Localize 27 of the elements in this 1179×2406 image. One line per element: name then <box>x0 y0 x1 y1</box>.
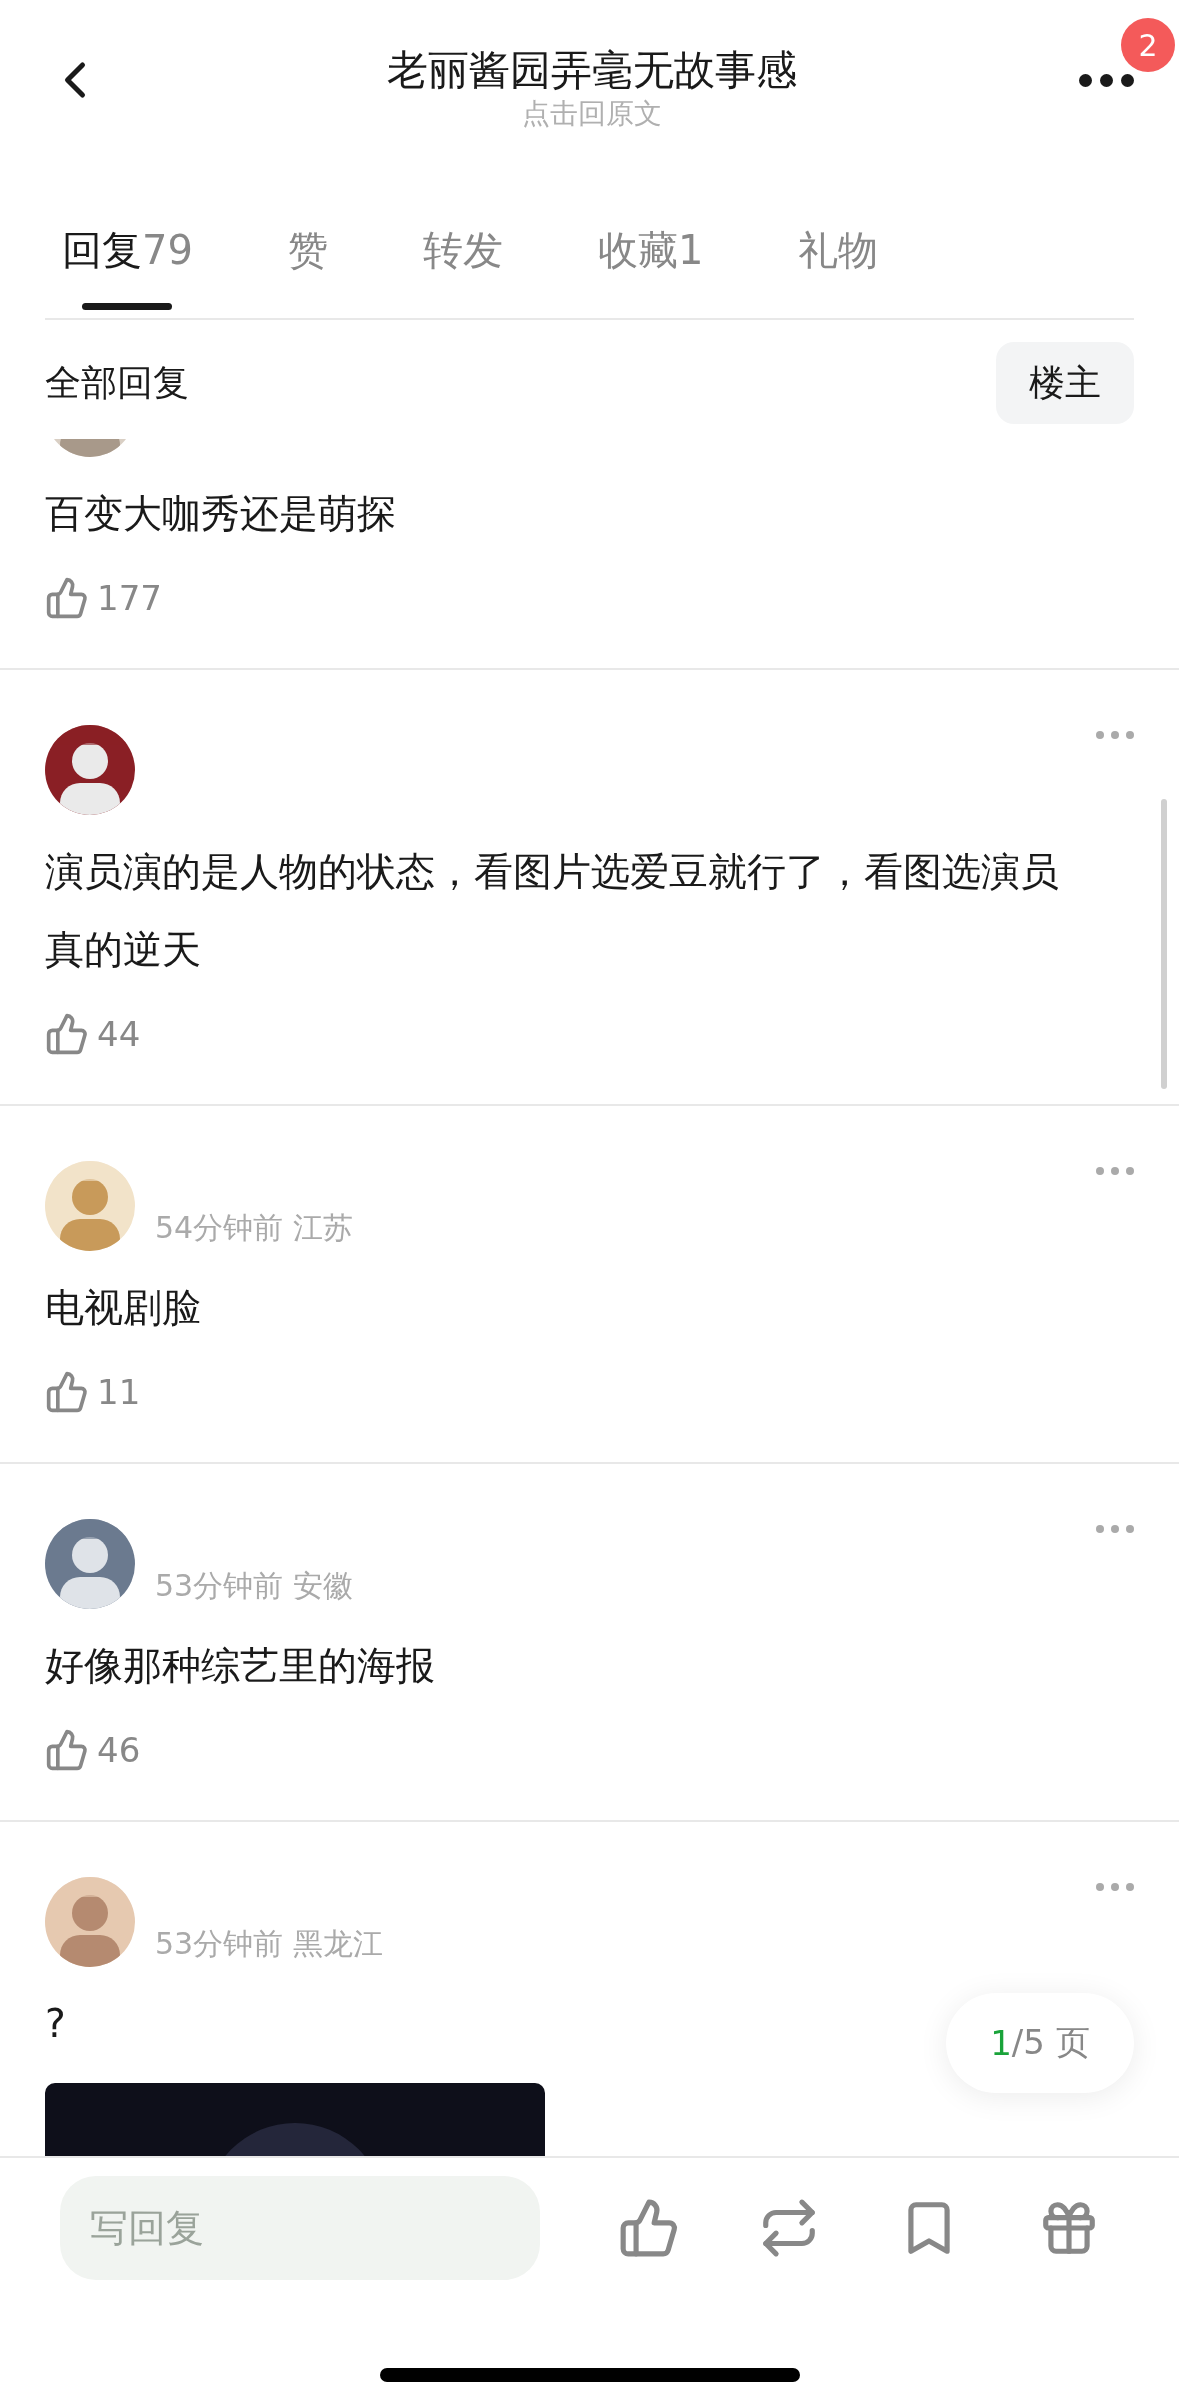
comment-text: 演员演的是人物的状态，看图片选爱豆就行了，看图选演员真的逆天 <box>45 848 1060 974</box>
page-indicator[interactable]: 1/5 页 <box>946 1993 1134 2093</box>
like-icon[interactable] <box>45 576 89 620</box>
like-icon[interactable] <box>45 1728 89 1772</box>
like-icon[interactable] <box>45 1370 89 1414</box>
section-label: 全部回复 <box>45 360 189 405</box>
comment-time: 53分钟前 安徽 <box>155 1567 353 1605</box>
like-count: 11 <box>97 1372 141 1412</box>
like-button[interactable] <box>618 2197 680 2259</box>
comment-time: 53分钟前 黑龙江 <box>155 1925 383 1963</box>
comment-text: 电视剧脸 <box>45 1284 201 1332</box>
like-count: 44 <box>97 1014 141 1054</box>
like-count: 177 <box>97 578 162 618</box>
comment-text: ? <box>45 2000 66 2048</box>
author-filter-button[interactable]: 楼主 <box>996 342 1134 424</box>
like-icon[interactable] <box>45 1012 89 1056</box>
reply-input[interactable]: 写回复 <box>60 2176 540 2280</box>
tab[interactable]: 回复79 <box>62 195 193 318</box>
comment-text: 好像那种综艺里的海报 <box>45 1642 435 1690</box>
like-count: 46 <box>97 1730 141 1770</box>
comment-text: 百变大咖秀还是萌探 <box>45 490 396 538</box>
tab[interactable]: 收藏1 <box>597 195 704 318</box>
notification-badge: 2 <box>1121 18 1175 72</box>
post-title: 老丽酱园弄毫无故事感 <box>387 45 797 96</box>
comment-time: 54分钟前 江苏 <box>155 1209 353 1247</box>
more-button[interactable] <box>1079 74 1134 87</box>
view-original-link[interactable]: 点击回原文 <box>522 96 662 132</box>
